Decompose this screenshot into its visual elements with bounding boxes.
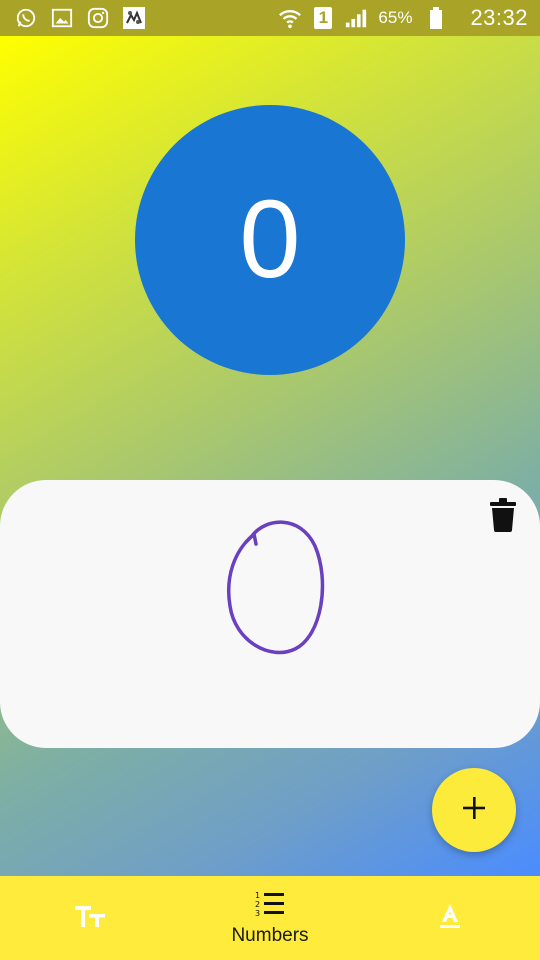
whatsapp-icon: [14, 6, 38, 30]
sim-icon: 1: [314, 7, 333, 29]
battery-percent: 65%: [378, 8, 413, 27]
status-bar: 1 65% 23:32: [0, 0, 540, 36]
handwritten-zero-drawing: [227, 520, 325, 655]
delete-button[interactable]: [488, 497, 518, 537]
trash-icon: [490, 497, 516, 537]
nav-item-text-size[interactable]: [0, 876, 180, 960]
nav-label-numbers: Numbers: [231, 924, 309, 946]
plus-icon: [462, 796, 486, 825]
drawing-card[interactable]: [0, 480, 540, 748]
wifi-icon: [278, 6, 302, 30]
bottom-nav: 123 Numbers: [0, 876, 540, 960]
add-button[interactable]: [432, 768, 516, 852]
status-left: [14, 6, 146, 30]
nav-item-numbers[interactable]: 123 Numbers: [180, 876, 360, 960]
signal-icon: [344, 6, 368, 30]
status-right: 1 65% 23:32: [278, 5, 528, 31]
nav-item-text-format[interactable]: [360, 876, 540, 960]
svg-text:1: 1: [255, 891, 260, 900]
main-content: 0: [0, 36, 540, 876]
svg-text:2: 2: [255, 900, 260, 909]
text-format-icon: [438, 903, 462, 934]
counter-circle: 0: [135, 105, 405, 375]
instagram-icon: [86, 6, 110, 30]
app-icon: [122, 6, 146, 30]
numbered-list-icon: 123: [254, 890, 286, 923]
gallery-icon: [50, 6, 74, 30]
svg-text:3: 3: [255, 909, 260, 918]
counter-value: 0: [239, 178, 301, 301]
status-time: 23:32: [470, 5, 528, 30]
battery-icon: [424, 6, 448, 30]
text-size-icon: [74, 903, 106, 934]
